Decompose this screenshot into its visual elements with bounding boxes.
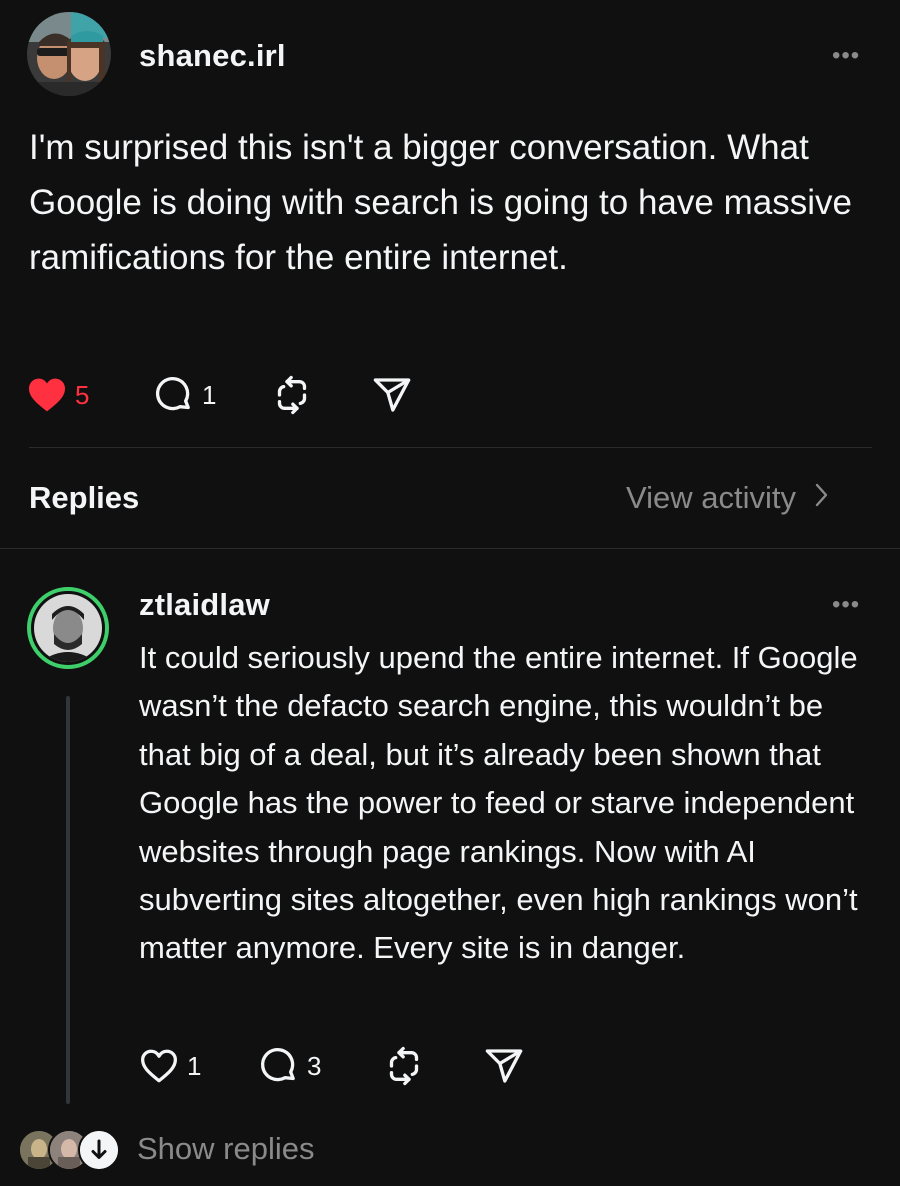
comment-icon bbox=[259, 1046, 299, 1086]
post-avatar[interactable] bbox=[27, 12, 111, 96]
share-button[interactable] bbox=[372, 375, 412, 415]
heart-icon bbox=[27, 377, 67, 413]
repost-icon bbox=[272, 375, 312, 415]
replies-divider bbox=[0, 548, 900, 549]
reply-like-count: 1 bbox=[187, 1051, 202, 1081]
post-more-icon[interactable]: ••• bbox=[832, 44, 860, 68]
view-activity-label: View activity bbox=[626, 480, 796, 515]
reply-more-icon[interactable]: ••• bbox=[832, 593, 860, 617]
chevron-right-icon bbox=[814, 480, 830, 516]
view-activity-link[interactable]: View activity bbox=[626, 480, 830, 516]
comment-count: 1 bbox=[202, 380, 217, 410]
reply-comment-count: 3 bbox=[307, 1051, 322, 1081]
reply-repost-button[interactable] bbox=[384, 1046, 424, 1086]
post-divider bbox=[29, 447, 872, 448]
comment-icon bbox=[154, 375, 194, 415]
replies-heading: Replies bbox=[29, 480, 140, 515]
post-username[interactable]: shanec.irl bbox=[139, 38, 286, 74]
like-button[interactable]: 5 bbox=[27, 377, 89, 413]
reply-comment-button[interactable]: 3 bbox=[259, 1046, 321, 1086]
reply-share-button[interactable] bbox=[484, 1046, 524, 1086]
repost-button[interactable] bbox=[272, 375, 312, 415]
like-count: 5 bbox=[75, 380, 90, 410]
thread-line bbox=[66, 696, 70, 1104]
arrow-down-icon bbox=[78, 1129, 120, 1171]
reply-avatar[interactable] bbox=[27, 587, 109, 669]
repost-icon bbox=[384, 1046, 424, 1086]
share-icon bbox=[484, 1046, 524, 1086]
show-replies-button[interactable]: Show replies bbox=[137, 1131, 314, 1167]
comment-button[interactable]: 1 bbox=[154, 375, 216, 415]
reply-body-text: It could seriously upend the entire inte… bbox=[139, 640, 858, 966]
reply-like-button[interactable]: 1 bbox=[139, 1048, 201, 1084]
reply-username[interactable]: ztlaidlaw bbox=[139, 587, 270, 623]
show-replies-avatars[interactable] bbox=[18, 1129, 122, 1171]
share-icon bbox=[372, 375, 412, 415]
post-body-text: I'm surprised this isn't a bigger conver… bbox=[29, 128, 852, 277]
heart-icon bbox=[139, 1048, 179, 1084]
